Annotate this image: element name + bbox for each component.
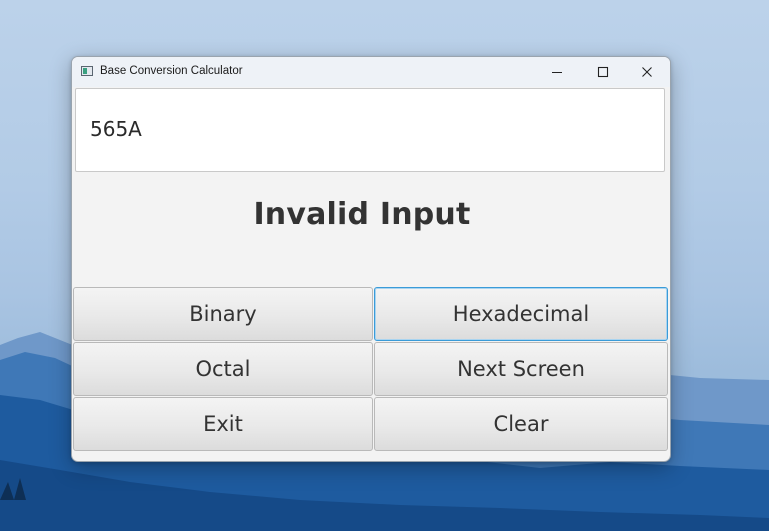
number-display[interactable] [75, 88, 665, 172]
minimize-button[interactable] [534, 57, 580, 87]
app-window-icon [81, 66, 93, 76]
window-title: Base Conversion Calculator [100, 65, 243, 77]
maximize-icon [597, 66, 609, 78]
close-icon [642, 67, 652, 77]
number-input-field[interactable] [90, 117, 650, 141]
next-screen-button[interactable]: Next Screen [374, 342, 668, 396]
minimize-icon [552, 72, 562, 73]
close-button[interactable] [624, 57, 670, 87]
binary-button[interactable]: Binary [73, 287, 373, 341]
maximize-button[interactable] [580, 57, 626, 87]
clear-button[interactable]: Clear [374, 397, 668, 451]
desktop: Base Conversion Calculator Invalid Input… [0, 0, 769, 531]
octal-button[interactable]: Octal [73, 342, 373, 396]
exit-button[interactable]: Exit [73, 397, 373, 451]
calculator-window: Base Conversion Calculator Invalid Input… [71, 56, 671, 462]
result-label: Invalid Input [253, 197, 471, 232]
hexadecimal-button[interactable]: Hexadecimal [374, 287, 668, 341]
title-bar[interactable]: Base Conversion Calculator [72, 57, 670, 87]
